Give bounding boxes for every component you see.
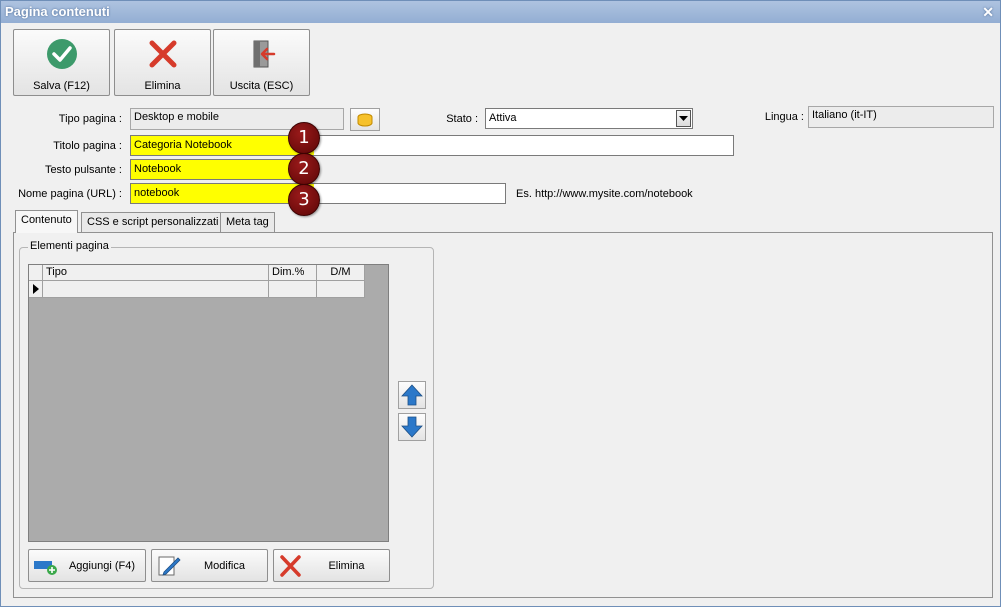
close-icon[interactable]: ✕ <box>982 1 994 23</box>
arrow-up-icon <box>401 384 423 406</box>
edit-pencil-icon <box>158 556 181 576</box>
table-cell-dim[interactable] <box>269 281 317 298</box>
tab-css-script[interactable]: CSS e script personalizzati <box>81 212 225 232</box>
arrow-down-icon <box>401 416 423 438</box>
callout-badge-3: 3 <box>288 184 320 216</box>
table-cell-tipo[interactable] <box>43 281 269 298</box>
move-down-button[interactable] <box>398 413 426 441</box>
save-button[interactable]: Salva (F12) <box>13 29 110 96</box>
tab-panel-contenuto: Elementi pagina Tipo Dim.% D/M Aggiungi … <box>13 232 993 598</box>
delete-x-icon <box>149 40 176 68</box>
save-button-label: Salva (F12) <box>33 80 90 92</box>
page-elements-grid[interactable]: Tipo Dim.% D/M <box>28 264 389 542</box>
exit-button-label: Uscita (ESC) <box>229 80 294 92</box>
move-up-button[interactable] <box>398 381 426 409</box>
edit-element-label: Modifica <box>204 560 245 572</box>
checkmark-icon <box>46 39 77 69</box>
delete-button-label: Elimina <box>144 80 181 92</box>
pagina-contenuti-window: Pagina contenuti ✕ Salva (F12) Elimina U… <box>0 0 1001 607</box>
add-element-label: Aggiungi (F4) <box>68 560 136 572</box>
delete-element-label: Elimina <box>328 560 365 572</box>
page-title-input[interactable]: Categoria Notebook <box>130 135 734 156</box>
language-field[interactable]: Italiano (it-IT) <box>808 106 994 128</box>
add-element-button[interactable]: Aggiungi (F4) <box>28 549 146 582</box>
row-indicator[interactable] <box>29 281 43 298</box>
column-header-dm[interactable]: D/M <box>317 265 365 281</box>
callout-badge-1: 1 <box>288 122 320 154</box>
exit-door-icon <box>253 40 275 68</box>
delete-button[interactable]: Elimina <box>114 29 211 96</box>
row-pointer-icon <box>33 284 39 294</box>
table-cell-dm[interactable] <box>317 281 365 298</box>
page-elements-group: Elementi pagina Tipo Dim.% D/M Aggiungi … <box>19 240 434 589</box>
url-label: Nome pagina (URL) : <box>18 188 122 200</box>
status-label: Stato : <box>446 113 478 125</box>
tab-meta-tag[interactable]: Meta tag <box>220 212 275 232</box>
page-type-picker-button[interactable] <box>350 108 380 131</box>
add-element-icon <box>34 561 57 575</box>
delete-x-icon <box>280 555 301 577</box>
button-text-label: Testo pulsante : <box>44 164 122 176</box>
row-header-corner <box>29 265 43 281</box>
language-label: Lingua : <box>764 111 804 123</box>
page-elements-legend: Elementi pagina <box>28 240 111 252</box>
url-example-hint: Es. http://www.mysite.com/notebook <box>516 188 693 200</box>
chevron-down-icon[interactable] <box>676 110 691 127</box>
callout-badge-2: 2 <box>288 153 320 185</box>
status-select[interactable]: Attiva <box>485 108 693 129</box>
delete-element-button[interactable]: Elimina <box>273 549 390 582</box>
column-header-tipo[interactable]: Tipo <box>43 265 269 281</box>
column-header-dim[interactable]: Dim.% <box>269 265 317 281</box>
title-bar[interactable]: Pagina contenuti ✕ <box>1 1 1000 23</box>
window-title: Pagina contenuti <box>5 4 110 19</box>
edit-element-button[interactable]: Modifica <box>151 549 268 582</box>
status-value: Attiva <box>489 112 517 124</box>
database-icon <box>357 113 373 126</box>
page-title-label: Titolo pagina : <box>53 140 122 152</box>
exit-button[interactable]: Uscita (ESC) <box>213 29 310 96</box>
page-type-label: Tipo pagina : <box>58 113 122 125</box>
tab-contenuto[interactable]: Contenuto <box>15 210 78 233</box>
